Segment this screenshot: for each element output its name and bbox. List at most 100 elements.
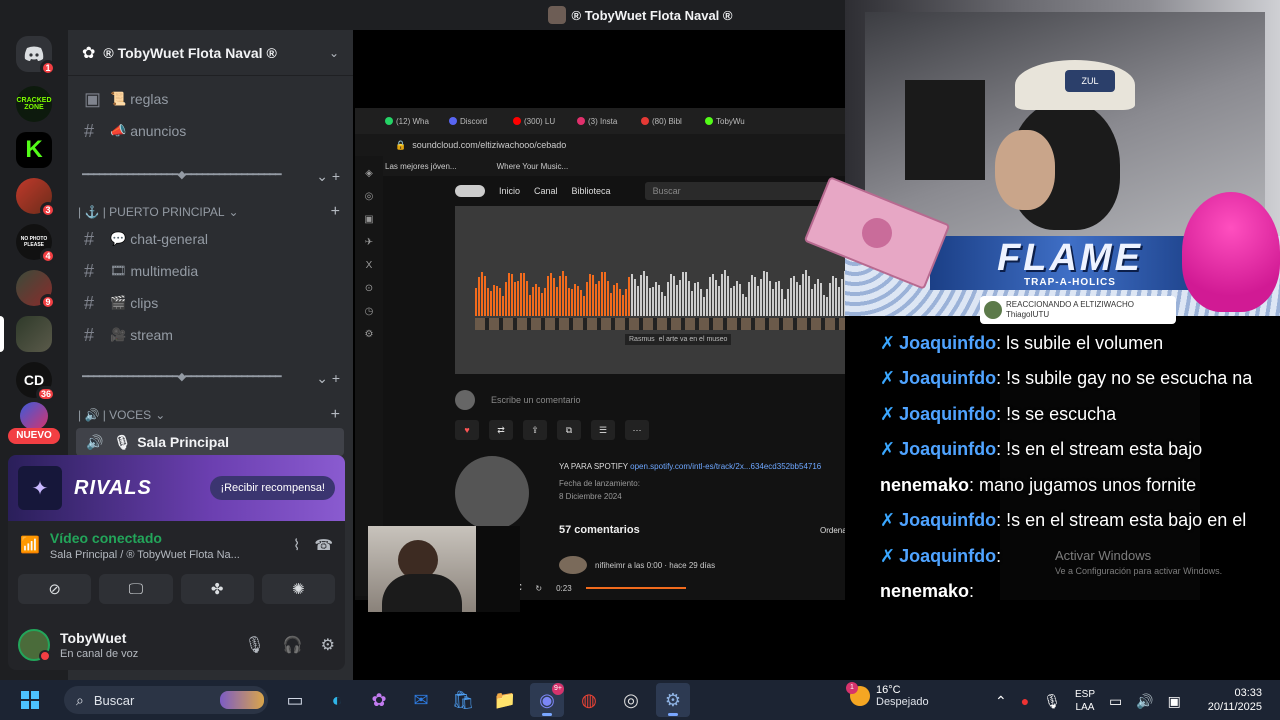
- signal-icon[interactable]: 📶: [20, 535, 40, 555]
- server-9[interactable]: 9: [16, 270, 56, 310]
- taskbar-search[interactable]: ⌕ Buscar: [64, 686, 268, 714]
- waveform-bar: [691, 291, 693, 316]
- browser-tab[interactable]: (300) LU: [513, 117, 573, 126]
- sidebar-icon[interactable]: ⚙: [355, 329, 383, 340]
- repeat-icon[interactable]: ↻: [535, 584, 542, 593]
- channel-reglas[interactable]: ▣ 📜 reglas: [76, 84, 346, 114]
- gear-icon[interactable]: ⚙: [321, 635, 335, 655]
- language-indicator[interactable]: ESP LAA: [1075, 688, 1095, 714]
- channel-clips[interactable]: # 🎬 clips: [76, 288, 346, 318]
- chrome-icon[interactable]: ◍: [572, 683, 606, 717]
- sidebar-icon[interactable]: ◎: [355, 191, 383, 202]
- activities-button[interactable]: ✤: [180, 574, 254, 604]
- sidebar-icon[interactable]: ◷: [355, 306, 383, 317]
- nav-inicio[interactable]: Inicio: [499, 186, 520, 196]
- disconnect-icon[interactable]: ☎: [314, 536, 333, 554]
- sidebar-icon[interactable]: X: [355, 260, 383, 271]
- sidebar-icon[interactable]: ◈: [355, 168, 383, 179]
- channel-multimedia[interactable]: # 🎞 multimedia: [76, 256, 346, 286]
- browser-tab[interactable]: Discord: [449, 117, 509, 126]
- bookmark[interactable]: Where Your Music...: [497, 162, 569, 171]
- discord-home-icon[interactable]: 1: [16, 36, 56, 76]
- nav-canal[interactable]: Canal: [534, 186, 558, 196]
- chat-text: :: [996, 545, 1002, 566]
- nav-biblioteca[interactable]: Biblioteca: [572, 186, 611, 196]
- repost-icon[interactable]: ⇄: [489, 420, 513, 440]
- search-icon: ⌕: [76, 691, 84, 708]
- noise-suppression-icon[interactable]: ⌇: [293, 536, 300, 554]
- server-kick[interactable]: K: [16, 132, 52, 168]
- soundcloud-logo-icon[interactable]: [455, 185, 485, 197]
- system-clock[interactable]: 03:33 20/11/2025: [1200, 686, 1262, 714]
- weather-widget[interactable]: 1 16°C Despejado: [846, 682, 929, 708]
- channel-anuncios[interactable]: # 📣 anuncios: [76, 116, 346, 146]
- steam-icon[interactable]: ⚙: [656, 683, 690, 717]
- browser-tab[interactable]: TobyWu: [705, 117, 765, 126]
- soundboard-button[interactable]: ✺: [261, 574, 335, 604]
- add-channel-icon[interactable]: ⌄ +: [316, 370, 340, 387]
- browser-tab[interactable]: (12) Wha: [385, 117, 445, 126]
- task-view-icon[interactable]: ▭: [278, 683, 312, 717]
- share-icon[interactable]: ⇪: [523, 420, 547, 440]
- waveform-bar: [652, 287, 654, 316]
- add-to-playlist-icon[interactable]: ☰: [591, 420, 615, 440]
- sort-dropdown[interactable]: Ordenado por: Lo más nuevo: [820, 526, 845, 535]
- channel-separator[interactable]: ━━━━━━━━━━━━━━━━━◆━━━━━━━━━━━━━━━━━ ⌄ +: [82, 168, 340, 185]
- browser-tab[interactable]: (80) Bibl: [641, 117, 701, 126]
- avatar: [984, 301, 1002, 319]
- microphone-icon[interactable]: 🎙: [1043, 693, 1061, 710]
- channel-chat-general[interactable]: # 💬 chat-general: [76, 224, 346, 254]
- server-no-photo[interactable]: NO PHOTO PLEASE 4: [16, 224, 56, 264]
- server-header[interactable]: ✿ ® TobyWuet Flota Naval ® ⌄: [68, 30, 353, 76]
- server-active[interactable]: [16, 316, 52, 352]
- chevron-up-icon[interactable]: ⌃: [995, 693, 1007, 710]
- server-cracked-zone[interactable]: CRACKED ZONE: [16, 86, 52, 122]
- bookmark[interactable]: Las mejores jóven...: [385, 162, 457, 171]
- claim-reward-button[interactable]: ¡Recibir recompensa!: [210, 476, 335, 500]
- obs-icon[interactable]: ◎: [614, 683, 648, 717]
- headphones-icon[interactable]: 🎧: [283, 635, 303, 655]
- channel-stream[interactable]: # 🎥 stream: [76, 320, 346, 350]
- copy-link-icon[interactable]: ⧉: [557, 420, 581, 440]
- browser-tab[interactable]: (3) Insta: [577, 117, 637, 126]
- category-voces[interactable]: | 🔊 | VOCES ⌄ +: [78, 405, 340, 425]
- add-channel-icon[interactable]: +: [331, 406, 340, 424]
- store-icon[interactable]: 🛍: [446, 683, 480, 717]
- start-button[interactable]: [10, 691, 50, 709]
- spotify-link[interactable]: open.spotify.com/intl-es/track/2x...634e…: [630, 462, 821, 471]
- soundcloud-search-input[interactable]: Buscar: [644, 182, 845, 200]
- sidebar-icon[interactable]: ⊙: [355, 283, 383, 294]
- microphone-icon[interactable]: 🎙: [244, 635, 264, 655]
- edge-icon[interactable]: ◐: [320, 683, 354, 717]
- add-channel-icon[interactable]: ⌄ +: [316, 168, 340, 185]
- more-icon[interactable]: ⋯: [625, 420, 649, 440]
- waveform-bar: [643, 270, 645, 316]
- like-icon[interactable]: ♥: [455, 420, 479, 440]
- copilot-icon[interactable]: ✿: [362, 683, 396, 717]
- battery-icon[interactable]: ▣: [1168, 693, 1181, 710]
- address-bar[interactable]: 🔒 soundcloud.com/eltiziwachooo/cebado: [355, 134, 845, 156]
- server-nuevo[interactable]: [20, 402, 48, 430]
- channel-separator[interactable]: ━━━━━━━━━━━━━━━━━◆━━━━━━━━━━━━━━━━━ ⌄ +: [82, 370, 340, 387]
- discord-taskbar-icon[interactable]: ◉ 9+: [530, 683, 564, 717]
- server-3[interactable]: 3: [16, 178, 56, 218]
- sidebar-icon[interactable]: ▣: [355, 214, 383, 225]
- track-waveform[interactable]: Rasmus el arte va en el museo: [455, 206, 845, 374]
- sidebar-icon[interactable]: ✈: [355, 237, 383, 248]
- avatar[interactable]: [18, 629, 51, 662]
- file-explorer-icon[interactable]: 📁: [488, 683, 522, 717]
- volume-icon[interactable]: 🔊: [1136, 693, 1153, 710]
- tray-app-icon[interactable]: ●: [1021, 693, 1029, 709]
- add-channel-icon[interactable]: +: [331, 203, 340, 221]
- comment-input[interactable]: Escribe un comentario: [455, 388, 845, 412]
- server-cd[interactable]: CD 36: [16, 362, 56, 402]
- voice-channel-sala-principal[interactable]: 🔊 🎙 Sala Principal ● 👥 ⚙: [76, 428, 344, 456]
- artist-avatar[interactable]: [455, 456, 529, 530]
- voice-status-title[interactable]: Vídeo conectado: [50, 530, 279, 546]
- screen-share-button[interactable]: 🖵: [99, 574, 173, 604]
- camera-off-button[interactable]: ⊘: [18, 574, 92, 604]
- category-puerto-principal[interactable]: | ⚓ | PUERTO PRINCIPAL ⌄ +: [78, 202, 340, 222]
- outlook-icon[interactable]: ✉: [404, 683, 438, 717]
- progress-bar[interactable]: [585, 587, 686, 589]
- network-icon[interactable]: ▭: [1109, 693, 1122, 710]
